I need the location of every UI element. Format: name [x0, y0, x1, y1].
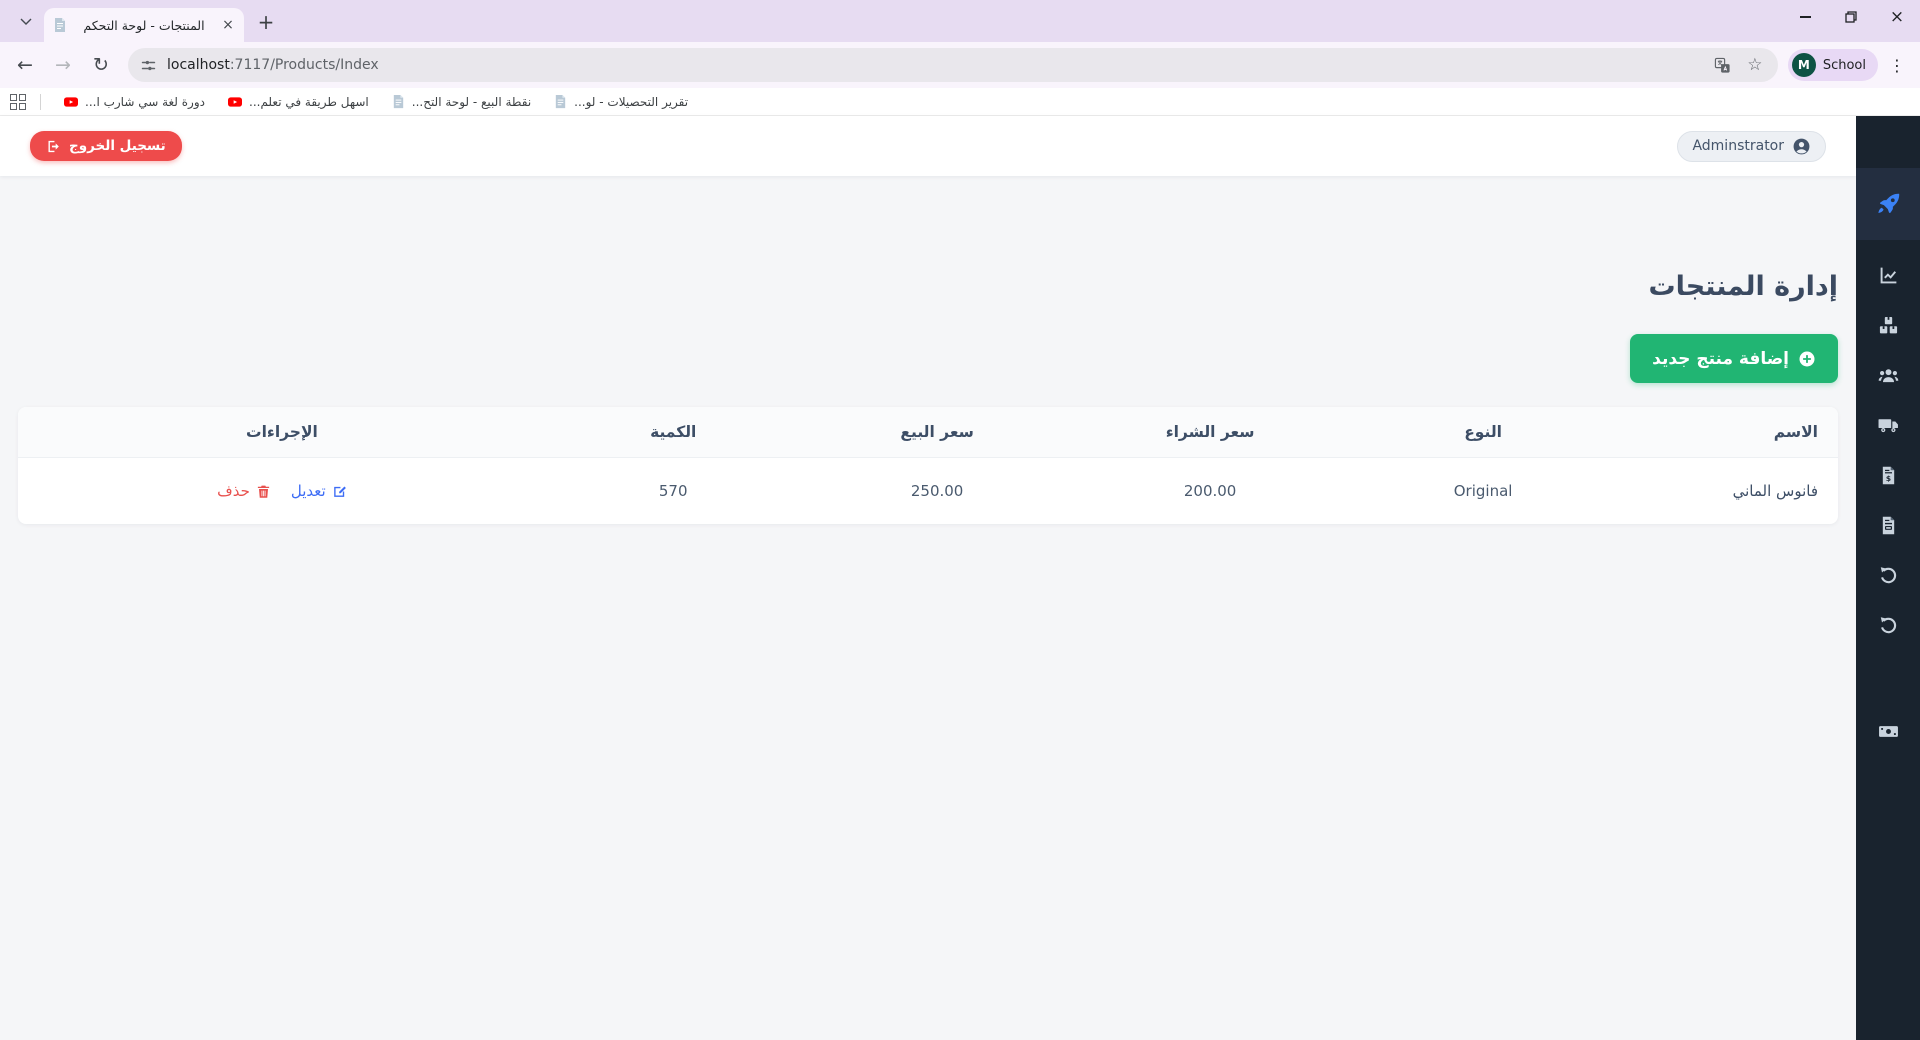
cell-sale-price: 250.00 — [910, 482, 964, 500]
svg-text:$: $ — [1885, 473, 1890, 482]
sidebar-nav: $ — [1856, 250, 1920, 756]
restore-icon — [1845, 11, 1857, 23]
tab-close-icon[interactable]: × — [220, 17, 236, 33]
add-product-label: إضافة منتج جديد — [1652, 348, 1789, 369]
header-name: الاسم — [1619, 407, 1838, 458]
undo-icon — [1880, 616, 1896, 633]
sidebar-item-reports[interactable] — [1856, 250, 1920, 300]
cell-name: فانوس الماني — [1732, 482, 1818, 500]
bookmark-item[interactable]: اسهل طريقة في تعلم... — [219, 92, 377, 112]
table-header-row: الاسم النوع سعر الشراء سعر البيع الكمية … — [18, 407, 1838, 458]
sidebar-item-returns-sales[interactable] — [1856, 550, 1920, 600]
page-content: إدارة المنتجات إضافة منتج جديد الاسم الن… — [0, 176, 1856, 524]
app-sidebar: $ — [1856, 116, 1920, 1040]
tab-title: المنتجات - لوحة التحكم — [83, 17, 205, 33]
sidebar-item-records[interactable] — [1856, 500, 1920, 550]
logout-label: تسجيل الخروج — [69, 138, 166, 154]
rocket-icon — [1877, 193, 1899, 213]
new-tab-button[interactable]: + — [252, 8, 280, 36]
bookmarks-bar: دورة لغة سي شارب ا... اسهل طريقة في تعلم… — [0, 88, 1920, 116]
page-icon — [393, 94, 403, 109]
bookmark-star-icon[interactable]: ☆ — [1744, 54, 1766, 76]
page-icon — [55, 18, 65, 32]
sidebar-item-invoices[interactable]: $ — [1856, 450, 1920, 500]
actions-row: إضافة منتج جديد — [18, 334, 1838, 383]
user-role-badge[interactable]: Adminstrator — [1677, 130, 1826, 162]
close-window-button[interactable]: × — [1874, 0, 1920, 34]
cell-quantity: 570 — [658, 482, 688, 500]
sidebar-item-suppliers[interactable] — [1856, 400, 1920, 450]
plus-circle-icon — [1799, 351, 1815, 366]
user-circle-icon — [1793, 138, 1810, 154]
reload-button[interactable]: ↻ — [84, 48, 118, 82]
minimize-button[interactable] — [1782, 0, 1828, 34]
browser-menu-button[interactable]: ⋮ — [1882, 50, 1912, 80]
apps-grid-icon[interactable] — [10, 93, 26, 110]
minimize-icon — [1799, 16, 1811, 18]
browser-profile-chip[interactable]: M School — [1787, 49, 1878, 81]
table-row: فانوس الماني Original 200.00 250.00 570 — [18, 458, 1838, 525]
sidebar-item-customers[interactable] — [1856, 350, 1920, 400]
page-title: إدارة المنتجات — [1648, 271, 1838, 302]
cell-actions: تعديل حذف — [18, 458, 546, 525]
logout-button[interactable]: تسجيل الخروج — [30, 131, 182, 161]
browser-tab[interactable]: المنتجات - لوحة التحكم × — [44, 8, 244, 42]
profile-avatar: M — [1791, 53, 1816, 77]
cell-type: Original — [1453, 482, 1513, 500]
sidebar-item-home[interactable] — [1856, 168, 1920, 240]
edit-link[interactable]: تعديل — [291, 482, 347, 500]
header-actions: الإجراءات — [18, 407, 546, 458]
header-sale-price: سعر البيع — [800, 407, 1074, 458]
close-icon: × — [1889, 6, 1905, 27]
file-invoice-dollar-icon: $ — [1882, 466, 1894, 484]
boxes-icon — [1879, 316, 1897, 333]
app-main: Adminstrator تسجيل الخروج إدارة المنتجات — [0, 116, 1856, 1040]
tab-search-button[interactable] — [12, 7, 40, 35]
header-type: النوع — [1346, 407, 1620, 458]
delete-link[interactable]: حذف — [217, 482, 271, 500]
url-text: localhost:7117/Products/Index — [167, 57, 379, 73]
trash-icon — [257, 485, 269, 498]
restore-button[interactable] — [1828, 0, 1874, 34]
header-purchase-price: سعر الشراء — [1073, 407, 1347, 458]
edit-icon — [333, 486, 346, 497]
truck-icon — [1878, 418, 1898, 432]
bookmark-item[interactable]: نقطة البيع - لوحة التح... — [383, 92, 539, 111]
window-controls: × — [1782, 0, 1920, 34]
bookmark-item[interactable]: تقرير التحصيلات - لو... — [545, 92, 696, 111]
sidebar-item-returns-purchases[interactable] — [1856, 600, 1920, 650]
user-role-label: Adminstrator — [1692, 138, 1784, 154]
site-info-icon[interactable] — [140, 57, 157, 74]
products-table: الاسم النوع سعر الشراء سعر البيع الكمية … — [18, 407, 1838, 524]
logout-icon — [48, 140, 59, 152]
sidebar-item-payments[interactable] — [1856, 706, 1920, 756]
bookmarks-divider — [40, 93, 41, 110]
undo-icon — [1880, 566, 1896, 583]
products-table-card: الاسم النوع سعر الشراء سعر البيع الكمية … — [18, 407, 1838, 524]
page-icon — [555, 94, 566, 109]
youtube-icon — [64, 96, 78, 107]
address-bar[interactable]: localhost:7117/Products/Index ☆ — [128, 48, 1778, 82]
back-button[interactable]: ← — [8, 48, 42, 82]
sidebar-item-products[interactable] — [1856, 300, 1920, 350]
profile-name: School — [1822, 57, 1866, 73]
add-product-button[interactable]: إضافة منتج جديد — [1630, 334, 1838, 383]
translate-icon[interactable] — [1712, 54, 1734, 76]
youtube-icon — [228, 96, 242, 107]
forward-button[interactable]: → — [46, 48, 80, 82]
browser-tab-strip: المنتجات - لوحة التحكم × + × — [0, 0, 1920, 42]
chevron-down-icon — [20, 18, 32, 25]
app-root: Adminstrator تسجيل الخروج إدارة المنتجات — [0, 116, 1920, 1040]
browser-toolbar: ← → ↻ localhost:7117/Products/Index ☆ M … — [0, 42, 1920, 88]
file-lines-icon — [1882, 516, 1894, 534]
money-bill-icon — [1878, 725, 1898, 737]
users-icon — [1878, 368, 1898, 382]
header-quantity: الكمية — [545, 407, 801, 458]
cell-purchase-price: 200.00 — [1183, 482, 1237, 500]
bookmark-item[interactable]: دورة لغة سي شارب ا... — [55, 92, 213, 112]
app-navbar: Adminstrator تسجيل الخروج — [0, 116, 1856, 176]
chart-line-icon — [1880, 267, 1896, 283]
